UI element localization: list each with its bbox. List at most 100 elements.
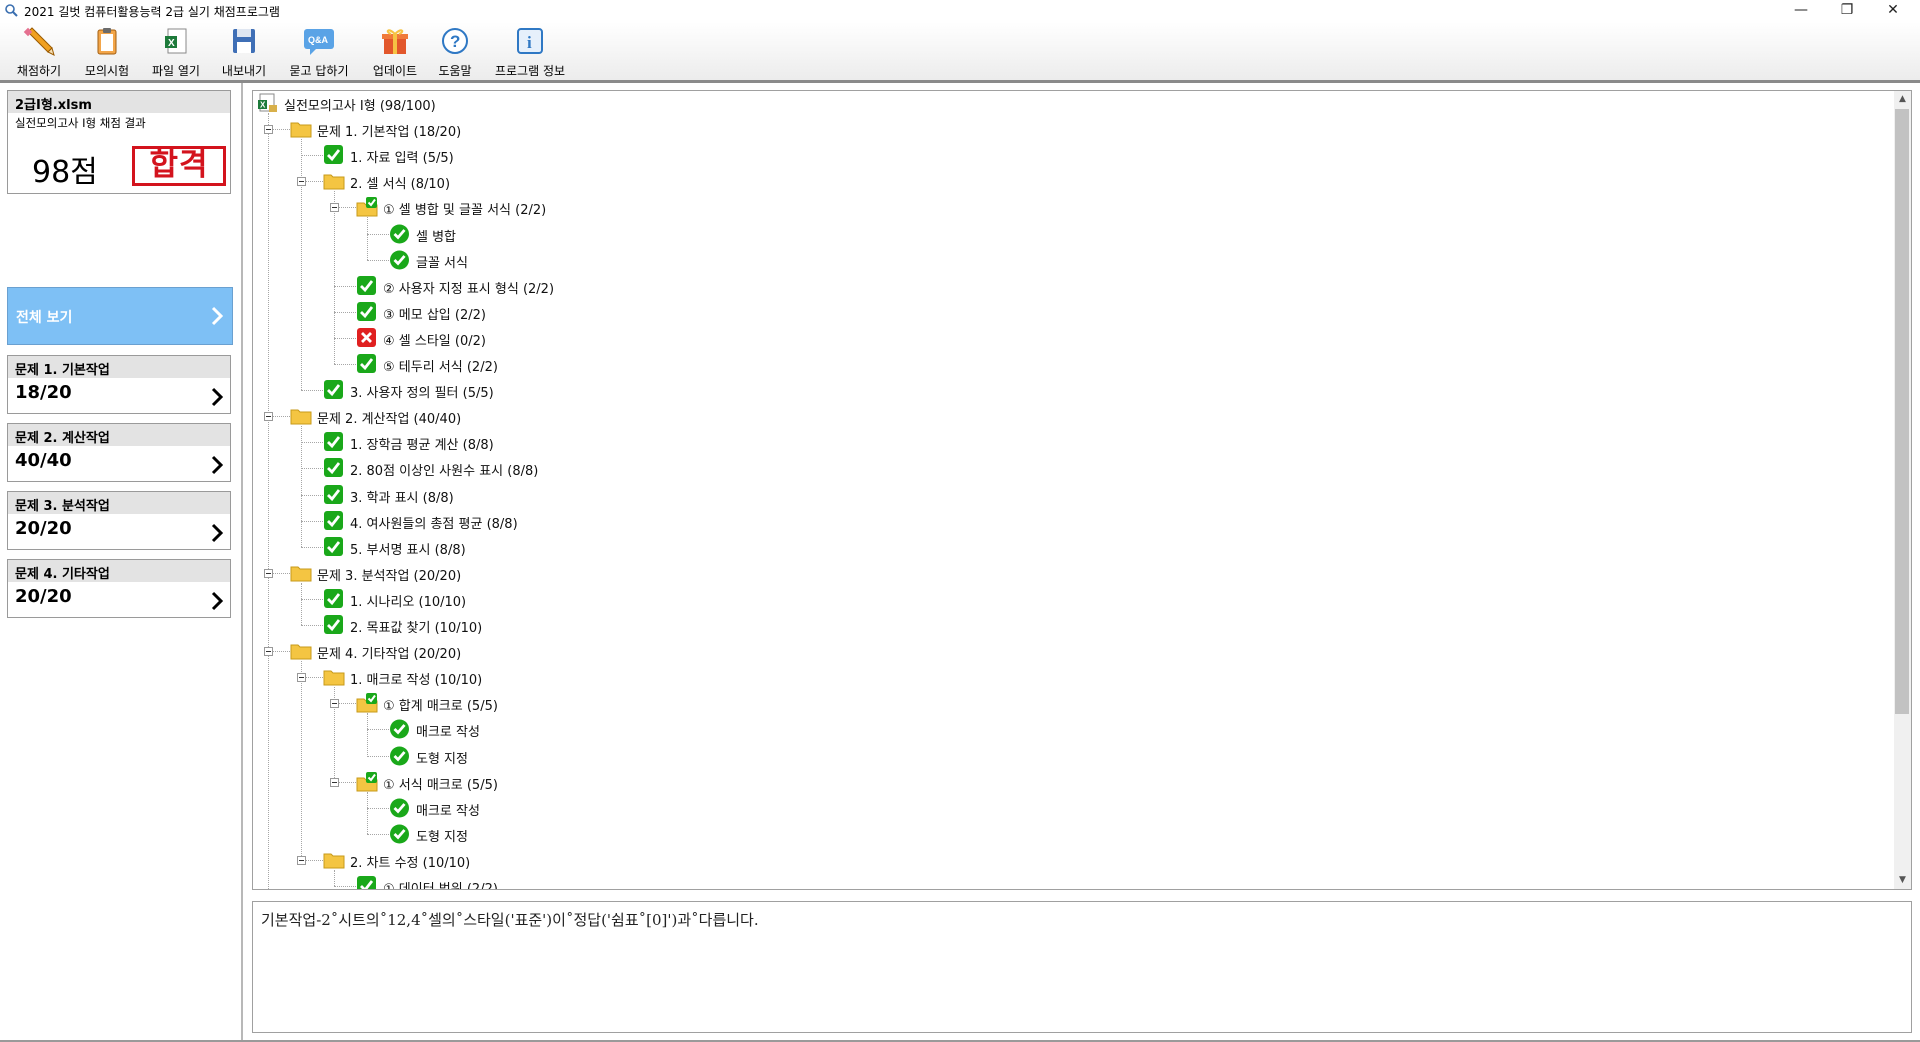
open-file-label: 파일 열기 [152, 64, 200, 78]
help-icon-text: ? [450, 32, 460, 51]
tree-connector-line [301, 582, 302, 625]
collapse-toggle-icon[interactable] [330, 203, 339, 213]
tree-node-label: 1. 자료 입력 (5/5) [350, 151, 454, 167]
close-button[interactable]: ✕ [1870, 0, 1916, 22]
program-info-button[interactable]: i 프로그램 정보 [490, 26, 570, 78]
cross-icon [357, 327, 376, 347]
vertical-scrollbar[interactable]: ▲ ▼ [1894, 91, 1911, 889]
tree-connector-line [334, 364, 356, 365]
collapse-toggle-icon[interactable] [330, 699, 339, 709]
tree-node-label: 매크로 작성 [416, 803, 480, 819]
restore-button[interactable]: ❐ [1824, 0, 1870, 22]
tree-connector-line [301, 661, 302, 860]
folder-checked-icon [356, 771, 378, 792]
section-score: 20/20 [15, 518, 72, 539]
tree-node-label: ④ 셀 스타일 (0/2) [383, 333, 486, 349]
collapse-toggle-icon[interactable] [264, 647, 273, 657]
tree-node-label: 3. 학과 표시 (8/8) [350, 490, 454, 506]
scroll-up-icon[interactable]: ▲ [1894, 91, 1911, 108]
update-button[interactable]: 업데이트 [367, 26, 423, 78]
all-view-label: 전체 보기 [16, 310, 73, 326]
tree-node-label: 도형 지정 [416, 829, 468, 845]
file-name: 2급I형.xlsm [8, 91, 230, 113]
mock-exam-button[interactable]: 모의시험 [80, 26, 134, 78]
collapse-toggle-icon[interactable] [330, 777, 339, 787]
clipboard-icon [97, 28, 117, 55]
tree-connector-line [301, 598, 323, 600]
section-card-3[interactable]: 문제 3. 분석작업 20/20 [7, 491, 231, 550]
check-icon [324, 615, 343, 634]
tree-node-label: 1. 매크로 작성 (10/10) [350, 673, 483, 689]
tree-node-label: ① 데이터 범위 (2/2) [383, 882, 498, 890]
pencil-icon [23, 27, 55, 56]
collapse-toggle-icon[interactable] [264, 412, 273, 422]
tree-connector-line [367, 791, 368, 834]
qna-icon: Q&A [304, 29, 334, 55]
export-label: 내보내기 [221, 64, 267, 78]
result-tree-view[interactable]: X 실전모의고사 I형 (98/100) 문제 1. 기본작업 (18/20) 1. … [252, 90, 1912, 890]
grade-button[interactable]: 채점하기 [10, 26, 68, 78]
tree-connector-line [367, 713, 368, 756]
qna-button[interactable]: Q&A 묻고 답하기 [285, 26, 353, 78]
check-icon [357, 301, 376, 321]
collapse-toggle-icon[interactable] [264, 568, 273, 578]
circle-check-icon [390, 824, 409, 844]
excel-file-icon: X [165, 28, 187, 54]
section-score: 40/40 [15, 450, 72, 471]
tree-node-label: 문제 4. 기타작업 (20/20) [317, 647, 462, 663]
collapse-toggle-icon[interactable] [264, 125, 273, 135]
collapse-toggle-icon[interactable] [297, 673, 306, 683]
tree-node-label: 문제 1. 기본작업 (18/20) [317, 125, 462, 141]
folder-icon [290, 644, 312, 660]
mock-exam-label: 모의시험 [84, 64, 130, 78]
tree-node-label: 매크로 작성 [416, 725, 480, 741]
check-icon [324, 510, 343, 530]
export-button[interactable]: 내보내기 [217, 26, 271, 78]
chevron-right-icon [211, 387, 224, 407]
svg-text:X: X [168, 38, 175, 49]
tree-node-label: 1. 시나리오 (10/10) [350, 594, 467, 610]
minimize-button[interactable]: — [1778, 0, 1824, 22]
scroll-down-icon[interactable]: ▼ [1894, 872, 1911, 889]
tree-node-label: 4. 여사원들의 총점 평균 (8/8) [350, 516, 518, 532]
check-icon [324, 536, 343, 556]
section-card-1[interactable]: 문제 1. 기본작업 18/20 [7, 355, 231, 414]
check-icon [324, 432, 343, 452]
tree-node-label: ⑤ 테두리 서식 (2/2) [383, 360, 498, 375]
detail-message-box[interactable]: 기본작업-2˚시트의˚12,4˚셀의˚스타일('표준')이˚정답('쉼표˚[0]… [252, 901, 1912, 1033]
excel-file-icon: X [258, 93, 277, 112]
gift-icon [382, 29, 408, 54]
check-icon [324, 484, 343, 504]
tree-connector-line [367, 729, 389, 731]
scroll-thumb[interactable] [1895, 109, 1909, 714]
collapse-toggle-icon[interactable] [297, 177, 306, 187]
section-score: 20/20 [15, 586, 72, 607]
info-icon-text: i [527, 33, 532, 52]
all-view-button[interactable]: 전체 보기 [7, 287, 233, 345]
app-icon [5, 4, 18, 17]
help-button[interactable]: ? 도움말 [432, 26, 478, 78]
tree-node-label: 도형 지정 [416, 751, 468, 767]
window-title: 2021 길벗 컴퓨터활용능력 2급 실기 채점프로그램 [24, 5, 280, 19]
collapse-toggle-icon[interactable] [297, 855, 306, 865]
open-file-button[interactable]: X 파일 열기 [145, 26, 207, 78]
tree-node-label: ① 서식 매크로 (5/5) [383, 777, 498, 793]
tree-connector-line [301, 546, 323, 548]
tree-node-label: 1. 장학금 평균 계산 (8/8) [350, 438, 494, 454]
check-icon [324, 588, 343, 608]
tree-connector-line [301, 625, 323, 626]
tree-connector-line [367, 807, 389, 809]
grade-label: 채점하기 [16, 64, 62, 78]
svg-text:X: X [260, 101, 266, 110]
tree-node-label: 셀 병합 [416, 229, 457, 245]
tree-connector-line [268, 113, 269, 889]
detail-message: 기본작업-2˚시트의˚12,4˚셀의˚스타일('표준')이˚정답('쉼표˚[0]… [261, 911, 759, 929]
tree-connector-line [301, 468, 323, 470]
circle-check-icon [390, 746, 409, 765]
update-label: 업데이트 [372, 64, 418, 78]
tree-node-label: ① 셀 병합 및 글꼴 서식 (2/2) [383, 203, 547, 219]
section-card-2[interactable]: 문제 2. 계산작업 40/40 [7, 423, 231, 482]
section-card-4[interactable]: 문제 4. 기타작업 20/20 [7, 559, 231, 618]
program-info-label: 프로그램 정보 [494, 64, 566, 78]
circle-check-icon [390, 719, 409, 739]
